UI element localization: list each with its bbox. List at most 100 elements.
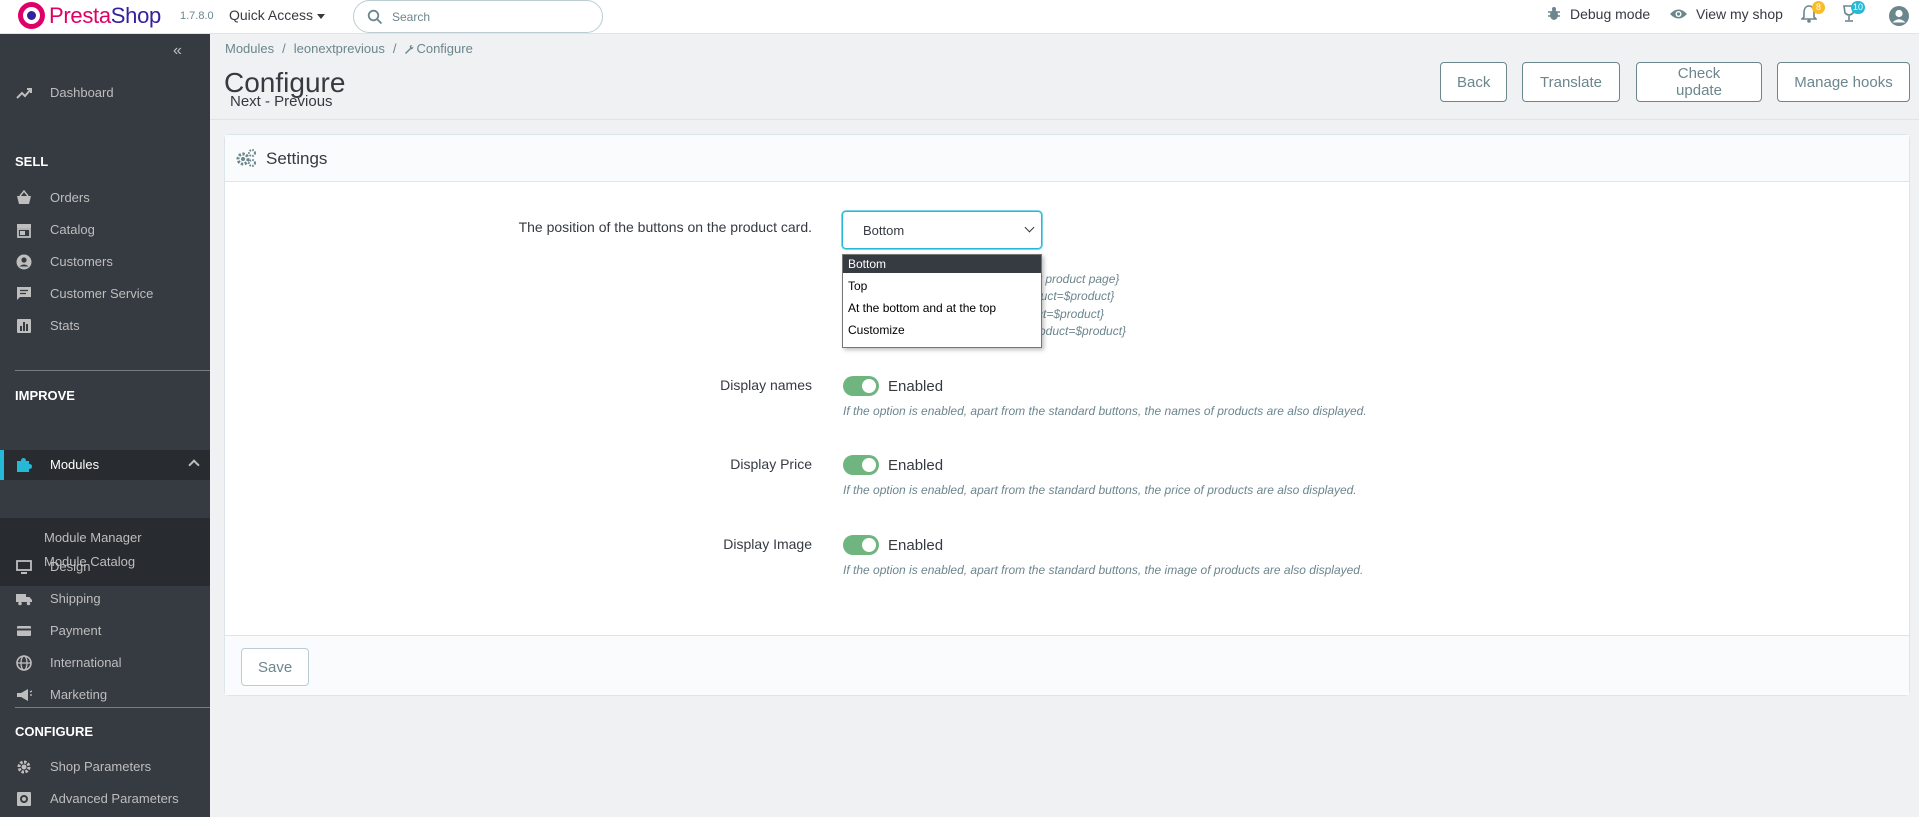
settings-box-icon [17, 792, 31, 806]
display-image-state: Enabled [888, 537, 944, 554]
sidebar-item-label: Shipping [50, 591, 101, 606]
wrench-icon [405, 45, 414, 54]
sidebar-item-modules[interactable]: Modules [0, 450, 210, 480]
position-help-line: duct=$product} [1034, 289, 1115, 303]
sidebar: « Dashboard SELL Orders Catalog Customer… [0, 34, 210, 817]
sidebar-item-advanced-parameters[interactable]: Advanced Parameters [0, 784, 210, 814]
store-icon [17, 224, 31, 238]
sidebar-item-label: Modules [50, 457, 100, 472]
panel-heading: Settings [225, 135, 1909, 182]
header-divider [210, 119, 1919, 120]
page-subtitle: Next - Previous [230, 93, 333, 110]
sidebar-item-shop-parameters[interactable]: Shop Parameters [0, 752, 210, 782]
caret-down-icon [317, 13, 326, 19]
eye-icon [1670, 9, 1687, 19]
megaphone-icon [17, 689, 32, 701]
trending-up-icon [16, 88, 32, 99]
back-button[interactable]: Back [1440, 62, 1507, 102]
breadcrumb-module[interactable]: leonextprevious [294, 41, 385, 56]
search-icon [367, 9, 383, 25]
breadcrumb-configure: Configure [416, 41, 473, 56]
save-button[interactable]: Save [241, 648, 310, 686]
panel-footer: Save [225, 635, 1909, 695]
credit-card-icon [17, 626, 31, 636]
display-names-toggle[interactable] [843, 376, 879, 396]
sidebar-item-design[interactable]: Design [0, 552, 210, 582]
user-avatar-icon[interactable] [1888, 5, 1910, 27]
manage-hooks-button[interactable]: Manage hooks [1777, 62, 1910, 102]
sidebar-item-international[interactable]: International [0, 648, 210, 678]
sidebar-item-label: Dashboard [50, 85, 114, 100]
sidebar-item-stats[interactable]: Stats [0, 311, 210, 341]
display-price-toggle[interactable] [843, 455, 879, 475]
display-price-state: Enabled [888, 457, 944, 474]
dropdown-option-top[interactable]: Top [843, 277, 1041, 295]
position-help-line: roduct=$product} [1035, 324, 1127, 338]
search-box[interactable] [353, 0, 603, 33]
bug-icon [1548, 7, 1560, 20]
account-circle-icon [16, 254, 32, 270]
sidebar-section-sell: SELL [15, 154, 49, 169]
view-my-shop-label: View my shop [1696, 6, 1783, 22]
display-price-help: If the option is enabled, apart from the… [843, 483, 1357, 497]
chat-icon [17, 287, 31, 300]
customers-badge: 10 [1851, 1, 1866, 14]
position-label: The position of the buttons on the produ… [518, 219, 812, 235]
display-names-label: Display names [720, 377, 812, 393]
dropdown-option-bottom[interactable]: Bottom [843, 255, 1041, 273]
check-update-button[interactable]: Check update [1636, 62, 1762, 102]
dropdown-option-bottom-and-top[interactable]: At the bottom and at the top [843, 299, 1041, 317]
view-my-shop-link[interactable]: View my shop [1669, 6, 1783, 22]
sidebar-item-label: International [50, 655, 122, 670]
sidebar-item-label: Catalog [50, 222, 95, 237]
logo-text: PrestaShop [49, 2, 161, 28]
position-help-line: ct=$product} [1037, 307, 1105, 321]
sidebar-divider [15, 707, 210, 708]
chevron-up-icon [188, 459, 200, 471]
sidebar-item-label: Design [50, 559, 91, 574]
sidebar-item-orders[interactable]: Orders [0, 183, 210, 213]
position-dropdown-list: Bottom Top At the bottom and at the top … [842, 254, 1042, 348]
gear-icon [17, 760, 31, 774]
display-image-toggle[interactable] [843, 535, 879, 555]
orders-notification[interactable]: 8 [1800, 1, 1825, 27]
sidebar-item-label: Customers [50, 254, 113, 269]
bar-chart-icon [17, 319, 31, 333]
sidebar-item-label: Marketing [50, 687, 108, 702]
sidebar-item-customers[interactable]: Customers [0, 247, 210, 277]
sidebar-item-label: Orders [50, 190, 90, 205]
translate-button[interactable]: Translate [1522, 62, 1620, 102]
sidebar-item-payment[interactable]: Payment [0, 616, 210, 646]
display-price-label: Display Price [730, 456, 812, 472]
position-select[interactable]: Bottom [842, 211, 1042, 249]
prestashop-logo-icon [18, 2, 45, 29]
sidebar-item-catalog[interactable]: Catalog [0, 215, 210, 245]
display-image-help: If the option is enabled, apart from the… [843, 563, 1364, 577]
sidebar-item-dashboard[interactable]: Dashboard [0, 78, 210, 108]
orders-badge: 8 [1812, 1, 1825, 14]
sidebar-item-shipping[interactable]: Shipping [0, 584, 210, 614]
sidebar-item-label: Stats [50, 318, 80, 333]
collapse-sidebar-icon[interactable]: « [173, 42, 182, 60]
top-bar: PrestaShop 1.7.8.0 Quick Access Debug mo… [0, 0, 1919, 34]
dropdown-option-customize[interactable]: Customize [843, 321, 1041, 339]
prestashop-logo[interactable]: PrestaShop [18, 2, 161, 29]
sidebar-item-label: Shop Parameters [50, 759, 152, 774]
breadcrumb-separator: / [282, 41, 286, 56]
sidebar-item-marketing[interactable]: Marketing [0, 680, 210, 710]
debug-mode-label: Debug mode [1570, 6, 1651, 22]
sidebar-subitem-module-manager[interactable]: Module Manager [44, 530, 142, 545]
display-names-state: Enabled [888, 378, 944, 395]
sidebar-item-customer-service[interactable]: Customer Service [0, 279, 210, 309]
quick-access-dropdown[interactable]: Quick Access [229, 7, 326, 23]
debug-mode-link[interactable]: Debug mode [1546, 6, 1650, 22]
search-input[interactable] [392, 7, 592, 27]
desktop-icon [16, 560, 32, 574]
panel-title: Settings [266, 149, 328, 168]
breadcrumb-modules[interactable]: Modules [225, 41, 274, 56]
customers-notification[interactable]: 10 [1840, 1, 1866, 27]
sidebar-item-label: Payment [50, 623, 102, 638]
version-label: 1.7.8.0 [180, 10, 214, 22]
puzzle-icon [17, 458, 32, 472]
position-select-value: Bottom [863, 223, 905, 238]
